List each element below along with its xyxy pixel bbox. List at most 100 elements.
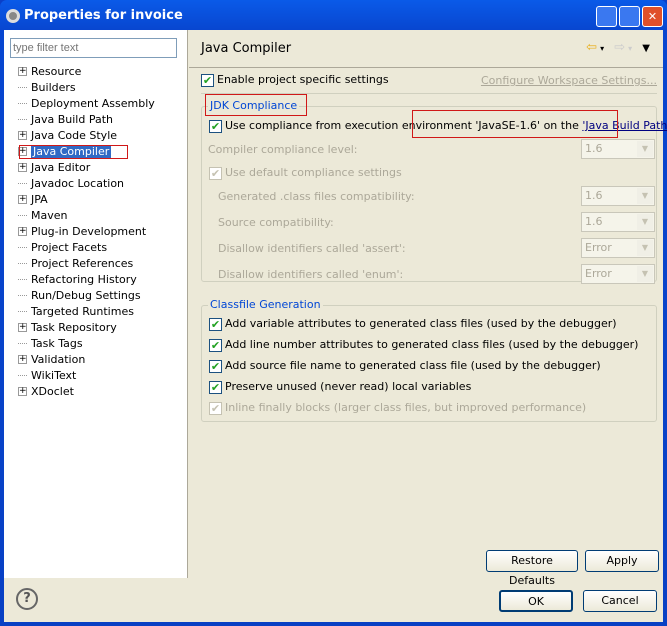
tree-item-label: Java Build Path [31,112,114,126]
divider [189,67,663,68]
filter-input[interactable] [10,38,177,58]
tree-item[interactable]: Run/Debug Settings [18,287,155,303]
check-icon: ✔ [209,119,222,133]
tree-item-label: Plug-in Development [31,224,147,238]
minimize-button[interactable] [596,6,617,27]
tree-item-label: Deployment Assembly [31,96,155,110]
tree-item[interactable]: + Validation [18,351,155,367]
tree-item-label: XDoclet [31,384,74,398]
ok-button[interactable]: OK [499,590,573,612]
assert-select[interactable]: Error ▼ [581,238,655,258]
tree-item[interactable]: + Java Code Style [18,127,155,143]
compliance-level-select[interactable]: 1.6 ▼ [581,139,655,159]
tree-line [18,262,27,264]
source-compat-label: Source compatibility: [218,216,334,229]
help-icon[interactable]: ? [16,588,38,610]
classfile-option-checkbox[interactable]: ✔ Add source file name to generated class… [209,359,601,373]
tree-line [18,182,27,184]
tree-item-label: Targeted Runtimes [31,304,134,318]
tree-item[interactable]: Builders [18,79,155,95]
expand-icon[interactable]: + [18,322,27,332]
enum-select[interactable]: Error ▼ [581,264,655,284]
tree-item-label: Java Code Style [31,128,118,142]
tree-item[interactable]: + Java Editor [18,159,155,175]
configure-workspace-link[interactable]: Configure Workspace Settings... [481,74,657,87]
chevron-down-icon: ▼ [637,240,653,256]
forward-arrow-icon[interactable]: ⇨ [614,40,628,55]
tree-panel: + Resource Builders Deployment Assembly Java… [4,30,188,578]
window-title: Properties for invoice [24,8,183,23]
tree-line [18,86,27,88]
menu-icon[interactable]: ▼ [642,43,653,54]
tree-item[interactable]: + Task Repository [18,319,155,335]
tree-item[interactable]: + JPA [18,191,155,207]
use-default-compliance-checkbox[interactable]: ✔ Use default compliance settings [209,166,402,180]
back-arrow-icon[interactable]: ⇦ [586,40,600,55]
tree-item-label: Project References [31,256,134,270]
tree-item[interactable]: + XDoclet [18,383,155,399]
tree-item[interactable]: + Plug-in Development [18,223,155,239]
title-bar: Properties for invoice [6,8,183,23]
expand-icon[interactable]: + [18,354,27,364]
tree-item[interactable]: Javadoc Location [18,175,155,191]
enum-label: Disallow identifiers called 'enum': [218,268,404,281]
expand-icon[interactable]: + [18,194,27,204]
classfile-option-checkbox[interactable]: ✔ Add variable attributes to generated cl… [209,317,617,331]
chevron-down-icon: ▼ [637,141,653,157]
generated-compat-select[interactable]: 1.6 ▼ [581,186,655,206]
expand-icon[interactable]: + [18,162,27,172]
tree-item-label: Task Repository [31,320,117,334]
tree-item[interactable]: WikiText [18,367,155,383]
check-icon: ✔ [209,401,222,415]
tree-line [18,374,27,376]
maximize-button[interactable] [619,6,640,27]
tree-line [18,102,27,104]
expand-icon[interactable]: + [18,130,27,140]
expand-icon[interactable]: + [18,386,27,396]
tree-item[interactable]: + Resource [18,63,155,79]
tree-line [18,118,27,120]
tree-item[interactable]: Deployment Assembly [18,95,155,111]
cancel-button[interactable]: Cancel [583,590,657,612]
tree-item-label: Refactoring History [31,272,137,286]
tree-item[interactable]: Java Build Path [18,111,155,127]
chevron-down-icon: ▼ [637,214,653,230]
classfile-option-checkbox[interactable]: ✔ Preserve unused (never read) local vari… [209,380,471,394]
expand-icon[interactable]: + [18,66,27,76]
classfile-option-checkbox[interactable]: ✔ Inline finally blocks (larger class fil… [209,401,586,415]
enable-project-settings-checkbox[interactable]: ✔ Enable project specific settings [201,73,389,87]
tree-item[interactable]: Refactoring History [18,271,155,287]
tree-item-label: Java Editor [31,160,91,174]
apply-button[interactable]: Apply [585,550,659,572]
restore-defaults-button[interactable]: Restore Defaults [486,550,578,587]
check-icon: ✔ [209,166,222,180]
property-tree: + Resource Builders Deployment Assembly Java… [18,63,155,399]
tree-item[interactable]: Project Facets [18,239,155,255]
tree-item-label: Project Facets [31,240,108,254]
classfile-generation-label: Classfile Generation [208,298,323,311]
forward-dropdown-icon[interactable]: ▾ [628,44,635,53]
tree-item-label: Task Tags [31,336,83,350]
source-compat-select[interactable]: 1.6 ▼ [581,212,655,232]
close-button[interactable]: ✕ [642,6,663,27]
tree-item[interactable]: Project References [18,255,155,271]
tree-item[interactable]: Task Tags [18,335,155,351]
classfile-option-checkbox[interactable]: ✔ Add line number attributes to generated… [209,338,638,352]
properties-window: Properties for invoice ✕ + Resource Builde… [0,0,667,626]
generated-compat-label: Generated .class files compatibility: [218,190,415,203]
property-page: Java Compiler ⇦▾ ⇨▾ ▼ ✔ Enable project sp… [189,30,667,587]
check-icon: ✔ [209,338,222,352]
gear-icon [6,8,20,23]
tree-item[interactable]: Maven [18,207,155,223]
tree-item-label: Javadoc Location [31,176,125,190]
tree-line [18,246,27,248]
tree-item[interactable]: Targeted Runtimes [18,303,155,319]
check-icon: ✔ [209,359,222,373]
nav-buttons: ⇦▾ ⇨▾ ▼ [586,40,653,55]
expand-icon[interactable]: + [18,226,27,236]
tree-item-label: Resource [31,64,82,78]
back-dropdown-icon[interactable]: ▾ [600,44,607,53]
tree-line [18,294,27,296]
dialog-footer: ? OK Cancel [4,578,663,622]
highlight-box [412,110,618,138]
